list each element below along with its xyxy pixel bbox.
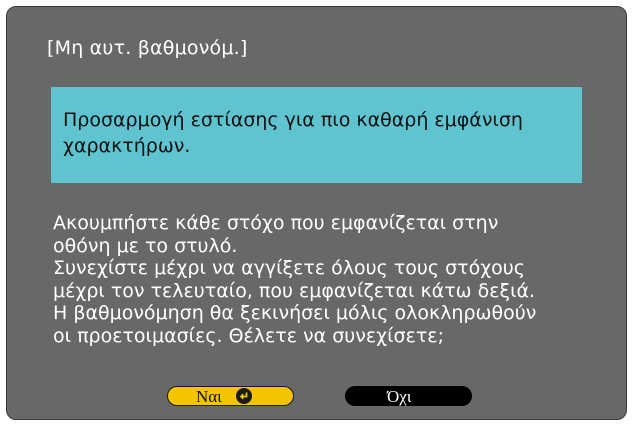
instruction-line: Συνεχίστε μέχρι να αγγίξετε όλους τους σ… (53, 257, 525, 279)
no-button-label: Όχι (387, 386, 412, 406)
focus-message-line: Προσαρμογή εστίασης για πιο καθαρή εμφάν… (63, 109, 523, 131)
instructions-text: Ακουμπήστε κάθε στόχο που εμφανίζεται στ… (53, 212, 613, 347)
no-button[interactable]: Όχι (345, 386, 472, 406)
instruction-line: Ακουμπήστε κάθε στόχο που εμφανίζεται στ… (53, 212, 499, 234)
dialog-title: [Μη αυτ. βαθμονόμ.] (47, 37, 248, 59)
instruction-line: μέχρι τον τελευταίο, που εμφανίζεται κάτ… (53, 279, 536, 302)
instruction-line: Η βαθμονόμηση θα ξεκινήσει μόλις ολοκληρ… (53, 302, 537, 324)
enter-icon (235, 388, 252, 404)
focus-message-line: χαρακτήρων. (63, 135, 191, 157)
calibration-dialog: [Μη αυτ. βαθμονόμ.] Προσαρμογή εστίασης … (6, 6, 627, 420)
instruction-line: οι προετοιμασίες. Θέλετε να συνεχίσετε; (53, 324, 444, 347)
instruction-line: οθόνη με το στυλό. (53, 234, 238, 257)
yes-button-label: Ναι (196, 386, 222, 406)
yes-button[interactable]: Ναι (167, 386, 294, 406)
focus-message-box: Προσαρμογή εστίασης για πιο καθαρή εμφάν… (51, 87, 582, 183)
